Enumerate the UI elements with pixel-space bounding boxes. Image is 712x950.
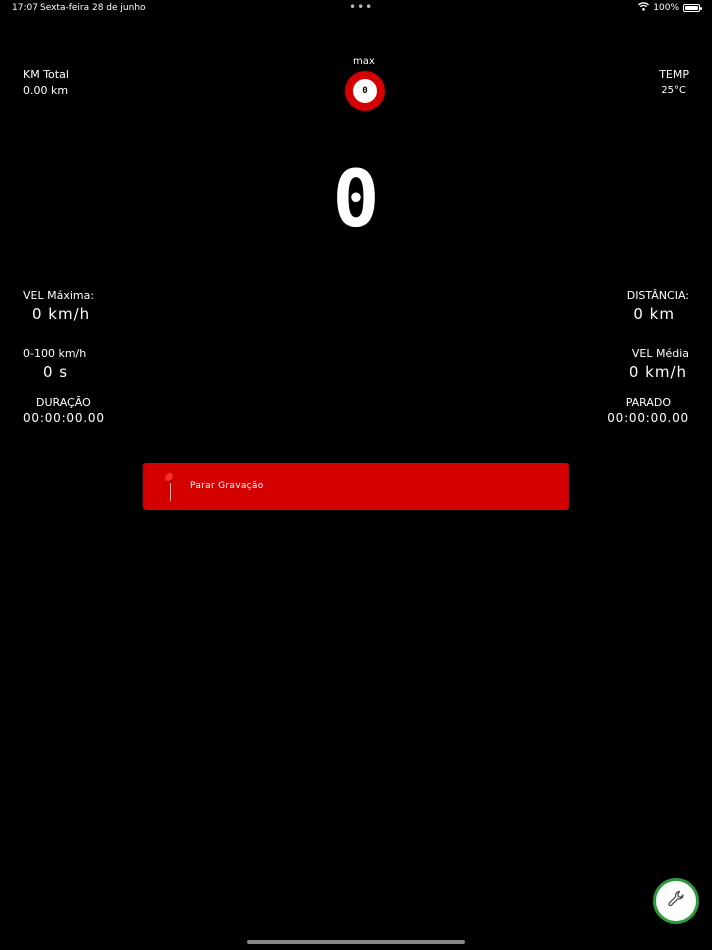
zero-cem-value: 0 s <box>43 363 69 381</box>
speed-limit-label: max <box>353 56 375 67</box>
parado-value: 00:00:00.00 <box>607 411 689 425</box>
vel-max-label: VEL Máxima: <box>23 289 95 302</box>
app-screen: 17:07 Sexta-feira 28 de junho ••• 100% K… <box>0 0 712 950</box>
speed-limit-sign: 0 <box>345 71 385 111</box>
home-indicator[interactable] <box>247 940 465 944</box>
wrench-icon <box>667 890 685 912</box>
stop-recording-label: Parar Gravação <box>190 481 264 491</box>
km-total-label: KM Total <box>23 68 69 81</box>
vel-max-value: 0 km/h <box>32 305 91 323</box>
status-right: 100% <box>638 2 702 14</box>
temp-label: TEMP <box>659 68 689 81</box>
status-time: 17:07 <box>12 3 38 13</box>
km-total-value: 0.00 km <box>23 84 69 97</box>
temp-value: 25°C <box>661 85 686 96</box>
parado-label: PARADO <box>625 396 671 409</box>
distancia-value: 0 km <box>633 305 675 323</box>
zero-cem-label: 0-100 km/h <box>23 347 87 360</box>
settings-button[interactable] <box>653 878 699 924</box>
stop-recording-button[interactable]: Parar Gravação <box>143 463 569 510</box>
battery-percent: 100% <box>653 3 679 13</box>
wifi-icon <box>638 2 650 14</box>
multitask-dots-icon[interactable]: ••• <box>349 0 373 14</box>
duracao-label: DURAÇÃO <box>36 396 91 409</box>
duracao-value: 00:00:00.00 <box>23 411 105 425</box>
vel-media-label: VEL Média <box>631 347 689 360</box>
map-pin-icon <box>165 473 175 501</box>
status-date: Sexta-feira 28 de junho <box>40 3 146 13</box>
battery-icon <box>683 4 702 12</box>
distancia-label: DISTÂNCIA: <box>626 289 689 302</box>
vel-media-value: 0 km/h <box>628 363 687 381</box>
current-speed: 0 <box>332 155 380 245</box>
speed-limit-value: 0 <box>353 79 377 103</box>
